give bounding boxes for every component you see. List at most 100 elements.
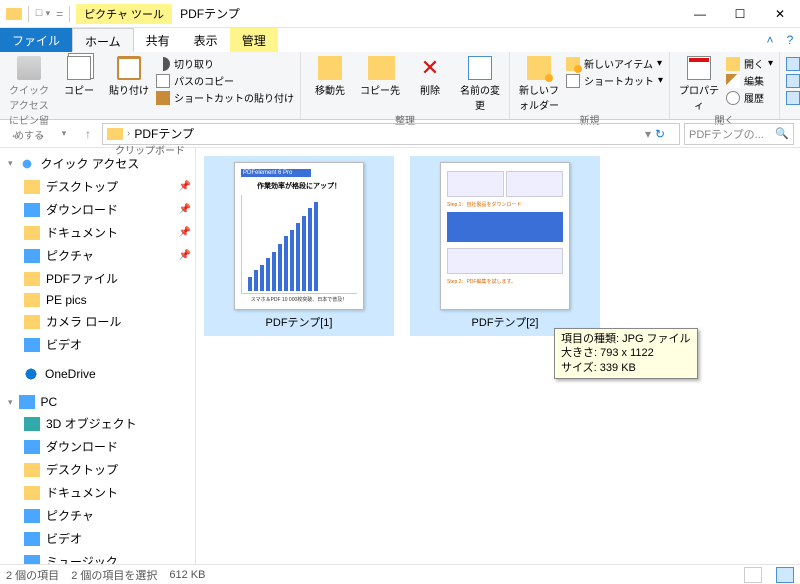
nav-documents[interactable]: ドキュメント📌 [0, 221, 195, 244]
pin-quick-access-button[interactable]: クイック アクセスにピン留めする [6, 54, 52, 142]
nav-downloads[interactable]: ダウンロード📌 [0, 198, 195, 221]
search-icon: 🔍 [775, 127, 789, 140]
details-view-button[interactable] [744, 567, 762, 583]
ribbon: クイック アクセスにピン留めする コピー 貼り付け 切り取り パスのコピー ショ… [0, 52, 800, 120]
chevron-down-icon: ▾ [8, 158, 13, 169]
select-all-button[interactable]: すべて選択 [786, 56, 800, 71]
3d-icon [24, 417, 40, 431]
download-icon [24, 203, 40, 217]
help-icon[interactable]: ? [780, 28, 800, 52]
chevron-down-icon: ▾ [8, 397, 13, 408]
status-bar: 2 個の項目 2 個の項目を選択 612 KB [0, 564, 800, 584]
main-area: ▾クイック アクセス デスクトップ📌 ダウンロード📌 ドキュメント📌 ピクチャ📌… [0, 148, 800, 564]
group-organize: 移動先 コピー先 ✕削除 名前の変更 整理 [301, 52, 510, 119]
folder-icon [24, 315, 40, 329]
close-button[interactable]: ✕ [760, 0, 800, 28]
pin-icon: 📌 [179, 204, 191, 215]
address-field[interactable]: › PDFテンプ ▾ ↻ [102, 123, 680, 145]
file-label: PDFテンプ[2] [472, 314, 539, 330]
nav-pc-pictures[interactable]: ピクチャ [0, 504, 195, 527]
select-all-icon [786, 57, 800, 71]
file-view[interactable]: PDFelement 6 Pro 作業効率が格段にアップ！ スマホ＆PDF 10… [196, 148, 800, 564]
minimize-button[interactable]: — [680, 0, 720, 28]
pictures-icon [24, 509, 40, 523]
search-input[interactable]: PDFテンプの... 🔍 [684, 123, 794, 145]
pictures-icon [24, 249, 40, 263]
nav-pc-videos[interactable]: ビデオ [0, 527, 195, 550]
breadcrumb[interactable]: PDFテンプ [134, 125, 194, 142]
recent-dropdown[interactable]: ▾ [54, 124, 74, 144]
delete-button[interactable]: ✕削除 [407, 54, 453, 97]
file-item-2[interactable]: Step 1：自社製品をダウンロード Step 2：PDF編集を試します。 PD… [410, 156, 600, 336]
folder-icon [107, 128, 123, 140]
invert-selection-icon [786, 91, 800, 105]
rename-icon [468, 56, 492, 80]
nav-music[interactable]: ミュージック [0, 550, 195, 564]
contextual-tab-header: ピクチャ ツール [76, 0, 172, 28]
nav-quick-access[interactable]: ▾クイック アクセス [0, 152, 195, 175]
shortcut-icon [566, 74, 580, 88]
new-folder-button[interactable]: 新しいフォルダー [516, 54, 562, 112]
nav-desktop[interactable]: デスクトップ📌 [0, 175, 195, 198]
nav-3d-objects[interactable]: 3D オブジェクト [0, 412, 195, 435]
nav-pictures[interactable]: ピクチャ📌 [0, 244, 195, 267]
address-dropdown-icon[interactable]: ▾ [645, 127, 651, 141]
properties-button[interactable]: プロパティ [676, 54, 722, 112]
copy-to-button[interactable]: コピー先 [357, 54, 403, 97]
file-label: PDFテンプ[1] [266, 314, 333, 330]
new-item-button[interactable]: 新しいアイテム▾ [566, 56, 663, 71]
refresh-icon[interactable]: ↻ [655, 127, 675, 141]
edit-button[interactable]: 編集 [726, 73, 773, 88]
open-button[interactable]: 開く▾ [726, 56, 773, 71]
invert-selection-button[interactable]: 選択の切り替え [786, 90, 800, 105]
nav-pe-pics[interactable]: PE pics [0, 290, 195, 310]
nav-pane[interactable]: ▾クイック アクセス デスクトップ📌 ダウンロード📌 ドキュメント📌 ピクチャ📌… [0, 148, 196, 564]
tab-file[interactable]: ファイル [0, 28, 72, 52]
folder-icon [24, 272, 40, 286]
selection-size: 612 KB [169, 569, 205, 581]
nav-camera-roll[interactable]: カメラ ロール [0, 310, 195, 333]
copy-path-icon [156, 74, 170, 88]
nav-videos[interactable]: ビデオ [0, 333, 195, 356]
properties-icon [687, 56, 711, 80]
nav-pdf-file[interactable]: PDFファイル [0, 267, 195, 290]
video-icon [24, 338, 40, 352]
move-to-button[interactable]: 移動先 [307, 54, 353, 97]
ribbon-tabs: ファイル ホーム 共有 表示 管理 ˄ ? [0, 28, 800, 52]
up-button[interactable]: ↑ [78, 124, 98, 144]
paste-button[interactable]: 貼り付け [106, 54, 152, 97]
search-placeholder: PDFテンプの... [689, 126, 764, 142]
nav-onedrive[interactable]: OneDrive [0, 364, 195, 384]
file-item-1[interactable]: PDFelement 6 Pro 作業効率が格段にアップ！ スマホ＆PDF 10… [204, 156, 394, 336]
history-button[interactable]: 履歴 [726, 90, 773, 105]
rename-button[interactable]: 名前の変更 [457, 54, 503, 112]
copy-icon [67, 56, 91, 80]
folder-icon [24, 486, 40, 500]
copy-button[interactable]: コピー [56, 54, 102, 97]
folder-icon[interactable] [6, 8, 22, 20]
thumbnail-preview: PDFelement 6 Pro 作業効率が格段にアップ！ スマホ＆PDF 10… [234, 162, 364, 310]
qat-dropdown-icon[interactable]: ☐ ▾ [35, 8, 50, 19]
copy-path-button[interactable]: パスのコピー [156, 73, 294, 88]
nav-pc-documents[interactable]: ドキュメント [0, 481, 195, 504]
paste-shortcut-button[interactable]: ショートカットの貼り付け [156, 90, 294, 105]
nav-pc-downloads[interactable]: ダウンロード [0, 435, 195, 458]
select-none-button[interactable]: 選択解除 [786, 73, 800, 88]
shortcut-button[interactable]: ショートカット▾ [566, 73, 663, 88]
move-icon [318, 56, 342, 80]
open-icon [726, 57, 740, 71]
folder-icon [24, 293, 40, 307]
tab-home[interactable]: ホーム [72, 28, 134, 52]
tab-manage[interactable]: 管理 [230, 28, 278, 52]
nav-pc-desktop[interactable]: デスクトップ [0, 458, 195, 481]
ribbon-minimize-icon[interactable]: ˄ [760, 28, 780, 52]
tab-view[interactable]: 表示 [182, 28, 230, 52]
cut-button[interactable]: 切り取り [156, 56, 294, 71]
nav-pc[interactable]: ▾PC [0, 392, 195, 412]
thumbnails-view-button[interactable] [776, 567, 794, 583]
maximize-button[interactable]: ☐ [720, 0, 760, 28]
video-icon [24, 532, 40, 546]
pc-icon [19, 395, 35, 409]
tab-share[interactable]: 共有 [134, 28, 182, 52]
copy-to-icon [368, 56, 392, 80]
